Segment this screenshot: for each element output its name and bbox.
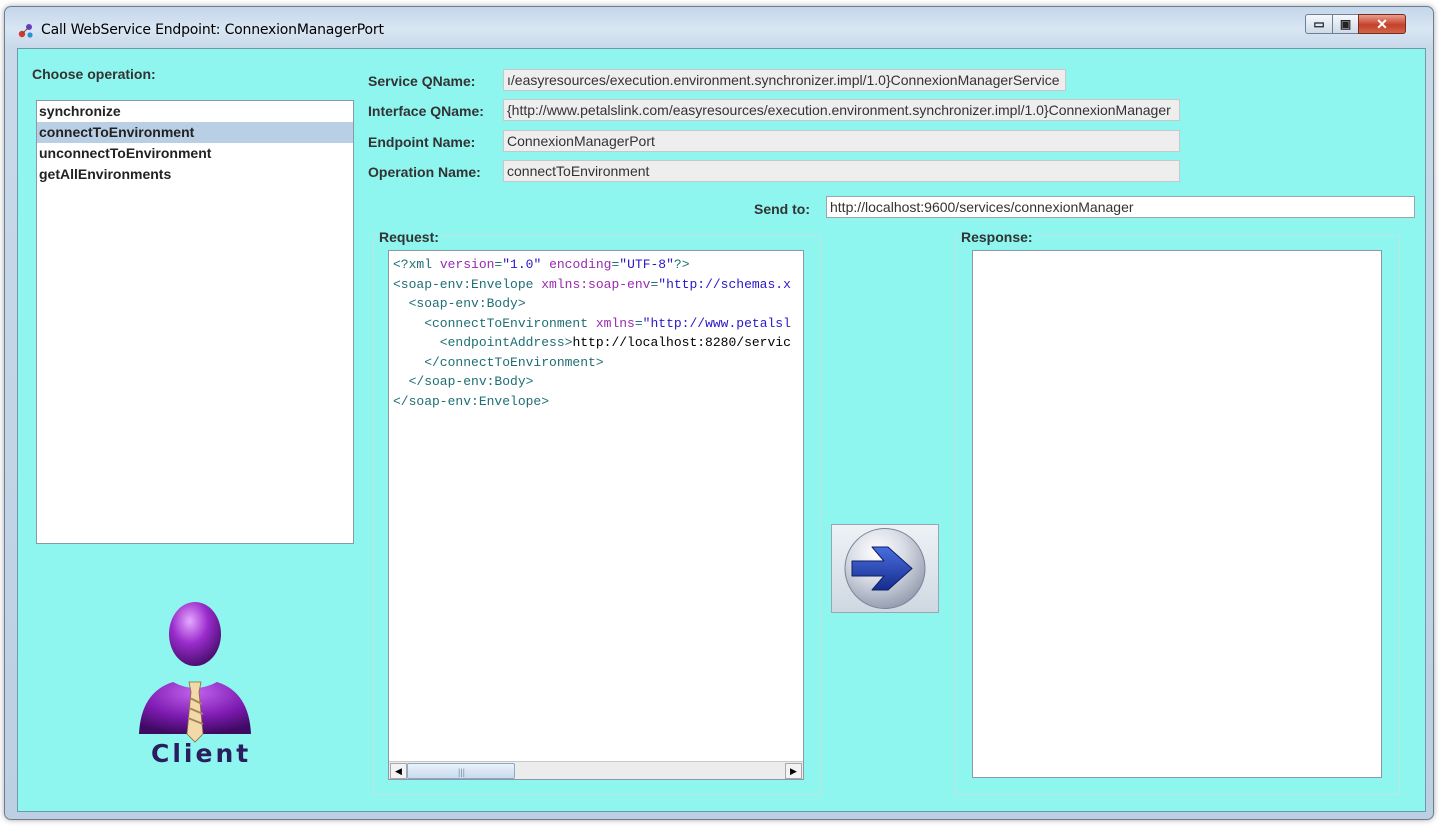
xml-line-8: </soap-env:Envelope> [393, 393, 550, 409]
scroll-right-icon[interactable]: ▶ [785, 763, 802, 779]
response-label: Response: [959, 229, 1035, 245]
operation-item-synchronize[interactable]: synchronize [37, 101, 353, 122]
xml-line-5: <endpointAddress>http://localhost:8280/s… [393, 335, 791, 350]
operation-list[interactable]: synchronize connectToEnvironment unconne… [36, 100, 354, 544]
request-horizontal-scrollbar[interactable]: ◀ ||| ▶ [389, 761, 803, 779]
client-person-icon [139, 602, 251, 743]
main-window: Call WebService Endpoint: ConnexionManag… [4, 6, 1434, 820]
app-icon [18, 24, 33, 38]
maximize-icon: ▣ [1339, 17, 1352, 31]
interface-qname-label: Interface QName: [368, 103, 484, 119]
operation-name-field[interactable]: connectToEnvironment [503, 160, 1180, 182]
send-to-label: Send to: [754, 201, 810, 217]
response-editor[interactable] [972, 250, 1382, 778]
client-label: Client [151, 739, 252, 768]
operation-item-unconnect-to-environment[interactable]: unconnectToEnvironment [37, 143, 353, 164]
request-editor[interactable]: <?xml version="1.0" encoding="UTF-8"?> <s… [388, 250, 804, 780]
request-xml[interactable]: <?xml version="1.0" encoding="UTF-8"?> <s… [393, 255, 791, 411]
service-qname-field[interactable]: ı/easyresources/execution.environment.sy… [503, 69, 1066, 91]
arrow-right-icon [844, 528, 926, 609]
xml-line-1: <?xml version="1.0" encoding="UTF-8"?> [393, 257, 690, 272]
scrollbar-thumb[interactable]: ||| [407, 763, 515, 779]
xml-line-7: </soap-env:Body> [393, 374, 534, 389]
endpoint-name-field[interactable]: ConnexionManagerPort [503, 130, 1180, 152]
xml-line-3: <soap-env:Body> [393, 296, 526, 311]
close-icon: ✕ [1376, 16, 1388, 32]
window-title: Call WebService Endpoint: ConnexionManag… [41, 22, 384, 38]
title-bar[interactable]: Call WebService Endpoint: ConnexionManag… [5, 7, 1433, 47]
maximize-button[interactable]: ▣ [1332, 14, 1359, 34]
minimize-button[interactable]: ▭ [1305, 14, 1333, 34]
client-area: Choose operation: synchronize connectToE… [17, 48, 1426, 812]
scroll-left-icon[interactable]: ◀ [390, 763, 407, 779]
grip-icon: ||| [458, 767, 466, 777]
request-label: Request: [377, 229, 441, 245]
endpoint-name-label: Endpoint Name: [368, 134, 476, 150]
operation-name-label: Operation Name: [368, 164, 481, 180]
send-button[interactable] [831, 524, 939, 613]
close-button[interactable]: ✕ [1358, 14, 1406, 34]
service-qname-label: Service QName: [368, 73, 476, 89]
choose-operation-label: Choose operation: [32, 66, 156, 82]
send-to-input[interactable]: http://localhost:9600/services/connexion… [826, 196, 1415, 218]
minimize-icon: ▭ [1313, 17, 1325, 31]
xml-line-2: <soap-env:Envelope xmlns:soap-env="http:… [393, 276, 791, 292]
operation-item-connect-to-environment[interactable]: connectToEnvironment [37, 122, 353, 143]
operation-item-get-all-environments[interactable]: getAllEnvironments [37, 164, 353, 185]
interface-qname-field[interactable]: {http://www.petalslink.com/easyresources… [503, 99, 1180, 121]
xml-line-4: <connectToEnvironment xmlns="http://www.… [393, 315, 791, 331]
xml-line-6: </connectToEnvironment> [393, 354, 604, 370]
